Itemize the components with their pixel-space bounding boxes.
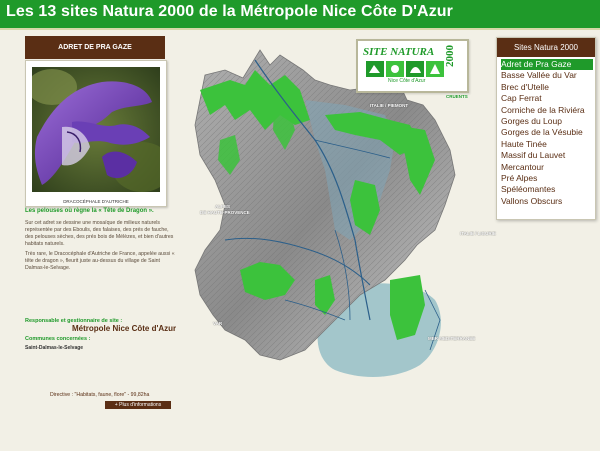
logo-title: SITE NATURA — [363, 46, 435, 58]
site-photo-frame: DRACOCÉPHALE D'AUTRICHE — [25, 60, 167, 207]
communes-label: Communes concernées : — [25, 336, 91, 342]
logo-number: 2000 — [444, 45, 456, 67]
label-cruents: CRUENTS — [446, 94, 468, 99]
site-list-item[interactable]: Massif du Lauvet — [501, 150, 593, 161]
more-info-button[interactable]: + Plus d'informations — [105, 401, 171, 409]
site-list-item[interactable]: Mercantour — [501, 162, 593, 173]
page-header: Les 13 sites Natura 2000 de la Métropole… — [0, 0, 600, 30]
flower-photo — [32, 67, 160, 192]
label-haute-provence: DE HAUTE-PROVENCE — [200, 210, 250, 215]
label-italie-ligurie: ITALIE / LIGURIE — [460, 231, 496, 236]
site-intro: Les pelouses où règne la « Tête de Drago… — [25, 208, 154, 214]
site-name-banner: ADRET DE PRA GAZE — [25, 36, 165, 59]
site-list-item[interactable]: Brec d'Utelle — [501, 82, 593, 93]
site-list-item[interactable]: Pré Alpes — [501, 173, 593, 184]
communes-value: Saint-Dalmas-le-Selvage — [25, 345, 84, 351]
label-italie-piemont: ITALIE / PIEMONT — [370, 103, 409, 108]
site-description: Sur cet adret se dessine une mosaïque de… — [25, 220, 174, 247]
photo-caption: DRACOCÉPHALE D'AUTRICHE — [63, 199, 129, 204]
logo-subtitle: Nice Côte d'Azur — [388, 78, 426, 84]
natura-2000-logo: SITE NATURA 2000 Nice Côte d'Azur — [356, 39, 469, 93]
site-list-item[interactable]: Haute Tinée — [501, 139, 593, 150]
label-mer: MER MEDITERRANEE — [428, 336, 476, 341]
directive-text: Directive : "Habitats, faune, flore" - 9… — [50, 392, 150, 398]
site-list-item[interactable]: Basse Vallée du Var — [501, 70, 593, 81]
sites-panel: Sites Natura 2000 Adret de Pra Gaze Basse… — [496, 37, 596, 220]
sites-panel-title: Sites Natura 2000 — [497, 38, 595, 57]
site-list-item[interactable]: Gorges du Loup — [501, 116, 593, 127]
site-description-2: Très rare, le Dracocéphale d'Autriche de… — [25, 251, 175, 271]
site-list-item[interactable]: Gorges de la Vésubie — [501, 127, 593, 138]
sites-list: Adret de Pra Gaze Basse Vallée du Var Brec… — [501, 59, 593, 207]
site-list-item[interactable]: Adret de Pra Gaze — [501, 59, 593, 71]
page-title: Les 13 sites Natura 2000 de la Métropole… — [6, 3, 453, 20]
site-list-item[interactable]: Corniche de la Riviéra — [501, 105, 593, 116]
site-list-item[interactable]: Cap Ferrat — [501, 93, 593, 104]
label-var: VAR — [213, 321, 223, 326]
label-alpes: ALPES — [215, 204, 231, 209]
site-list-item[interactable]: Vallons Obscurs — [501, 196, 593, 207]
manager-value: Métropole Nice Côte d'Azur — [72, 324, 177, 333]
site-list-item[interactable]: Spéléomantes — [501, 184, 593, 195]
